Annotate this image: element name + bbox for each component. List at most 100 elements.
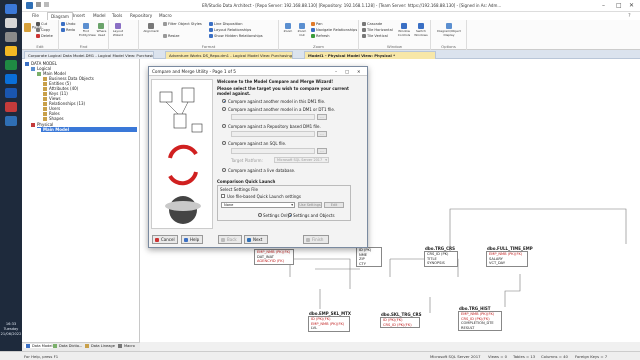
quick-undo-icon[interactable] <box>44 2 49 7</box>
tab-data-dictionary[interactable]: Data Dictio... <box>53 344 82 348</box>
delete-button[interactable]: Delete <box>36 34 53 38</box>
zoom-out-button[interactable]: Zoom Out <box>296 23 308 37</box>
entity-trg-crs[interactable]: dbo.TRG_CRS CRS_ID (PK) TITLE SYNOPSIS <box>424 246 458 267</box>
find-entity-button[interactable]: Find Entity/View <box>79 23 96 37</box>
where-used-button[interactable]: Where Used <box>95 23 108 37</box>
resize-button[interactable]: Resize <box>163 34 180 38</box>
help-button[interactable]: Help <box>181 235 203 244</box>
task-view-icon[interactable] <box>5 32 17 42</box>
dm1-browse-button[interactable]: … <box>317 114 327 120</box>
alignment-button[interactable]: Alignment <box>142 23 160 33</box>
excel-icon[interactable] <box>5 60 17 70</box>
tab-macro-explorer[interactable]: Macro <box>118 344 135 348</box>
dialog-maximize-icon[interactable]: □ <box>345 69 349 74</box>
back-button[interactable]: Back <box>218 235 242 244</box>
word-icon[interactable] <box>5 88 17 98</box>
tab-tools[interactable]: Tools <box>112 13 122 18</box>
tile-vertical-button[interactable]: Tile Vertical <box>362 34 388 38</box>
erstudio-icon[interactable] <box>5 116 17 126</box>
search-icon[interactable] <box>5 18 17 28</box>
dialog-title-bar: Compare and Merge Utility - Page 1 of 5 … <box>149 67 367 76</box>
tab-file[interactable]: File <box>32 13 39 18</box>
cancel-button[interactable]: Cancel <box>152 235 178 244</box>
entity-title: dbo.EMP_SKL_MTX <box>309 311 351 316</box>
cascade-button[interactable]: Cascade <box>362 22 382 26</box>
option-label-repository: Compare against a Repository based DM1 f… <box>228 124 321 129</box>
show-hidden-relationships-button[interactable]: Show Hidden Relationships <box>209 34 263 38</box>
quick-save-icon[interactable] <box>36 2 41 7</box>
entity-emp-skl-mtx[interactable]: dbo.EMP_SKL_MTX ID (PK)(FK) EMP_NMB (PK)… <box>308 311 351 332</box>
zoom-button[interactable]: Zoom <box>282 23 294 33</box>
entity-skl-trg-crs[interactable]: dbo.SKL_TRG_CRS ID (PK)(FK) CRS_ID (PK)(… <box>380 312 422 329</box>
radio-compare-sql[interactable] <box>222 141 226 145</box>
cut-button[interactable]: Cut <box>36 22 47 26</box>
tab-macro[interactable]: Macro <box>159 13 172 18</box>
tree-item-main-model-physical[interactable]: Main Model <box>37 127 137 132</box>
navigate-relationships-button[interactable]: Navigate Relationships <box>311 28 357 32</box>
radio-compare-live-db[interactable] <box>222 168 226 172</box>
radio-compare-dm1-dt1[interactable] <box>222 107 226 111</box>
undo-button[interactable]: Undo <box>61 22 75 26</box>
data-model-explorer: DATA MODEL Logical Main Model Business D… <box>22 59 140 342</box>
doc-tab-model1-physical[interactable]: Model1 - Physical Model View: Physical * <box>304 51 436 59</box>
use-settings-button[interactable]: Use Settings <box>298 202 322 208</box>
settings-file-select[interactable]: None ▾ <box>221 202 295 208</box>
tab-insert[interactable]: Insert <box>73 13 85 18</box>
file-explorer-icon[interactable] <box>5 46 17 56</box>
close-icon[interactable]: ✕ <box>629 2 634 9</box>
repository-browse-button[interactable]: … <box>317 131 327 137</box>
layout-relationships-button[interactable]: Layout Relationships <box>209 28 251 32</box>
maximize-icon[interactable]: □ <box>616 2 622 9</box>
app-icon[interactable] <box>5 102 17 112</box>
doc-tab-logical-corporate[interactable]: Corporate Logical Data Model.DM1 - Logic… <box>24 51 154 59</box>
entity-trg-hist[interactable]: dbo.TRG_HIST EMP_NMB (PK)(FK) CRS_ID (PK… <box>458 306 502 332</box>
minimize-icon[interactable]: – <box>602 2 605 9</box>
taskbar-clock[interactable]: 16:33 Tuesday 21/06/2022 <box>0 322 22 337</box>
switch-windows-button[interactable]: Switch Windows <box>414 23 428 37</box>
layout-wizard-button[interactable]: Layout Wizard <box>111 23 125 37</box>
tree-item-shapes[interactable]: Shapes <box>43 116 64 121</box>
finish-button[interactable]: Finish <box>303 235 329 244</box>
entity-location[interactable]: ID (PK) NME ZIP CTY <box>356 247 382 268</box>
clock-date: 21/06/2022 <box>0 332 22 336</box>
radio-compare-this-dm1[interactable] <box>222 99 226 103</box>
sql-file-path-field[interactable] <box>231 148 315 154</box>
line-disposition-button[interactable]: Line Disposition <box>209 22 243 26</box>
diagram-object-display-button[interactable]: Diagram/Object Display <box>434 23 464 37</box>
radio-compare-repository[interactable] <box>222 124 226 128</box>
tab-diagram[interactable]: Diagram <box>47 12 73 20</box>
redo-icon <box>61 28 65 32</box>
app-logo-icon <box>26 2 33 9</box>
help-icon[interactable]: ? <box>628 13 631 19</box>
window-controls-button[interactable]: Window Controls <box>397 23 411 37</box>
target-platform-select[interactable]: Microsoft SQL Server 2017 ▾ <box>274 157 329 163</box>
repository-path-field[interactable] <box>231 131 315 137</box>
copy-button[interactable]: Copy <box>36 28 50 32</box>
dm1-file-path-field[interactable] <box>231 114 315 120</box>
next-button[interactable]: Next <box>244 235 268 244</box>
redo-button[interactable]: Redo <box>61 28 75 32</box>
tab-data-lineage[interactable]: Data Lineage <box>85 344 115 348</box>
dialog-minimize-icon[interactable]: – <box>335 69 337 74</box>
filter-object-styles-button[interactable]: Filter Object Styles <box>163 22 202 26</box>
status-views: Views = 0 <box>488 354 507 359</box>
status-foreign-keys: Foreign Keys = 7 <box>575 354 608 359</box>
refresh-button[interactable]: Refresh <box>311 34 330 38</box>
tab-repository[interactable]: Repository <box>130 13 152 18</box>
entity-full-time-emp[interactable]: dbo.FULL_TIME_EMP EMP_NMB (PK)(FK) SALAR… <box>486 246 533 267</box>
windows-start-icon[interactable] <box>5 4 17 14</box>
tile-horizontal-button[interactable]: Tile Horizontal <box>362 28 393 32</box>
edge-icon[interactable] <box>5 74 17 84</box>
use-quick-launch-checkbox[interactable] <box>221 194 225 198</box>
edit-settings-button[interactable]: Edit <box>324 202 344 208</box>
entity-emp-inactive[interactable]: EMP_NMB (PK)(FK) DAT_INAT AGENCYID (FK) <box>254 249 294 265</box>
radio-settings-and-objects[interactable] <box>288 213 292 217</box>
tab-model[interactable]: Model <box>93 13 106 18</box>
pan-button[interactable]: Pan <box>311 22 323 26</box>
doc-tab-adventure-works[interactable]: Adventure Works DS_Repo.dm1 - Logical Mo… <box>165 51 293 59</box>
sql-browse-button[interactable]: … <box>317 148 327 154</box>
radio-settings-only[interactable] <box>258 213 262 217</box>
tab-data-model[interactable]: Data Model <box>24 344 55 348</box>
quick-launch-heading: Comparison Quick Launch <box>217 179 276 184</box>
dialog-close-icon[interactable]: ✕ <box>357 69 361 74</box>
